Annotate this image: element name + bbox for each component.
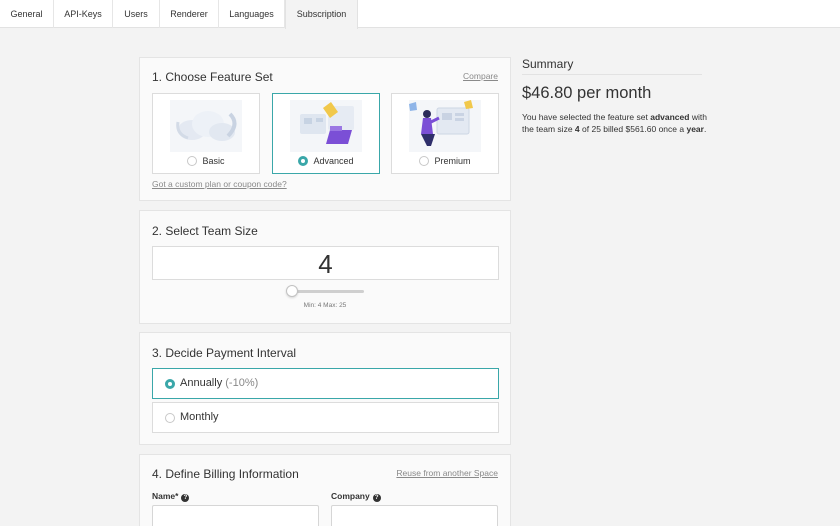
tab-subscription[interactable]: Subscription (285, 0, 358, 29)
team-size-slider-thumb[interactable] (286, 285, 298, 297)
basic-radio[interactable] (187, 156, 198, 166)
folder-cards-illustration-icon (290, 100, 362, 152)
summary-divider (522, 74, 702, 75)
billing-title: 4. Define Billing Information (152, 467, 299, 481)
team-size-value: 4 (152, 246, 499, 280)
summary-period: year (686, 124, 704, 134)
person-board-illustration-icon (409, 100, 481, 152)
advanced-radio[interactable] (298, 156, 309, 166)
name-field-label: Name* (152, 491, 179, 501)
tab-api-keys[interactable]: API-Keys (54, 0, 113, 28)
feature-option-premium[interactable]: Premium (391, 93, 499, 174)
help-icon[interactable]: ? (372, 494, 381, 502)
payment-interval-card: 3. Decide Payment Interval Annually (-10… (139, 332, 511, 445)
advanced-label: Advanced (313, 156, 354, 166)
compare-link[interactable]: Compare (463, 71, 498, 81)
company-input[interactable] (331, 505, 498, 526)
feature-set-title: 1. Choose Feature Set (152, 70, 273, 84)
annually-radio[interactable] (165, 379, 175, 389)
feature-option-basic[interactable]: Basic (152, 93, 260, 174)
team-size-slider-track[interactable] (288, 290, 364, 293)
feature-option-advanced[interactable]: Advanced (272, 93, 380, 174)
basic-label: Basic (202, 156, 225, 166)
tab-users[interactable]: Users (113, 0, 160, 28)
summary-feature: advanced (650, 112, 690, 122)
summary-price: $46.80 per month (522, 84, 652, 102)
tab-renderer[interactable]: Renderer (160, 0, 219, 28)
tab-languages[interactable]: Languages (219, 0, 285, 28)
premium-label: Premium (434, 156, 471, 166)
cloud-illustration-icon (170, 100, 242, 152)
annually-label: Annually (180, 377, 223, 389)
team-size-card: 2. Select Team Size 4 Min: 4 Max: 25 (139, 210, 511, 324)
company-field-label: Company (331, 491, 370, 501)
payment-interval-title: 3. Decide Payment Interval (152, 346, 297, 360)
interval-option-monthly[interactable]: Monthly (152, 402, 499, 433)
reuse-space-link[interactable]: Reuse from another Space (396, 468, 498, 478)
monthly-label: Monthly (180, 411, 219, 423)
interval-option-annually[interactable]: Annually (-10%) (152, 368, 499, 399)
coupon-link[interactable]: Got a custom plan or coupon code? (152, 179, 287, 189)
help-icon[interactable]: ? (181, 494, 190, 502)
team-size-minmax: Min: 4 Max: 25 (303, 302, 347, 309)
name-input[interactable] (152, 505, 319, 526)
feature-set-card: 1. Choose Feature Set Compare Basic Adva… (139, 57, 511, 201)
annually-discount: (-10%) (225, 377, 259, 389)
tab-general[interactable]: General (0, 0, 54, 28)
summary-title: Summary (522, 57, 574, 71)
premium-radio[interactable] (419, 156, 430, 166)
settings-tab-bar: General API-Keys Users Renderer Language… (0, 0, 840, 29)
billing-card: 4. Define Billing Information Reuse from… (139, 454, 511, 526)
monthly-radio[interactable] (165, 413, 175, 423)
team-size-title: 2. Select Team Size (152, 224, 258, 238)
summary-description: You have selected the feature set advanc… (522, 112, 707, 134)
